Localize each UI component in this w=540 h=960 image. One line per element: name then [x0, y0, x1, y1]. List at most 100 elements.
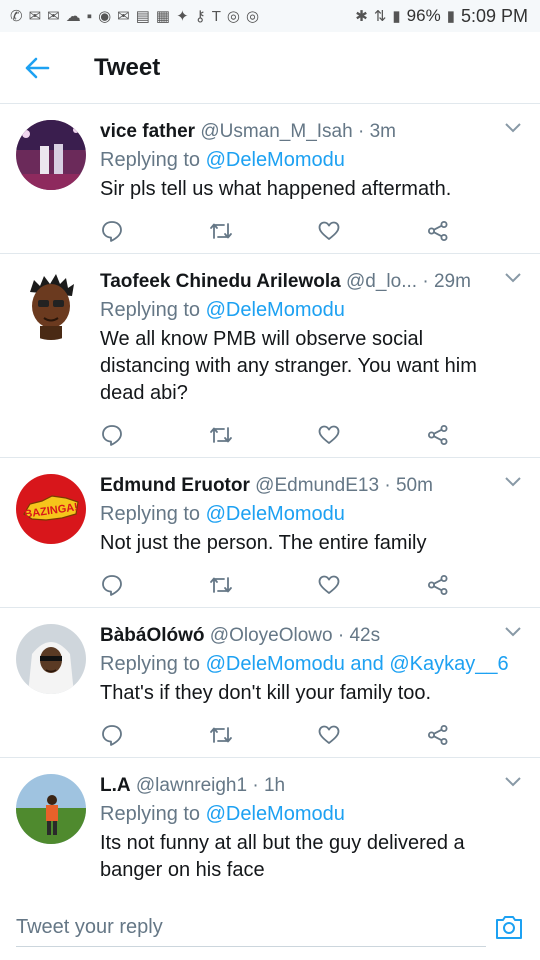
mention-link[interactable]: @DeleMomodu: [206, 503, 345, 525]
replying-label: Replying to: [100, 653, 201, 675]
reply-button[interactable]: [100, 573, 124, 597]
chevron-down-icon[interactable]: [504, 122, 522, 134]
display-name[interactable]: L.A: [100, 775, 131, 796]
chevron-down-icon[interactable]: [504, 626, 522, 638]
username[interactable]: @d_lo...: [346, 271, 417, 292]
avatar-image: [16, 774, 86, 844]
camera-icon: [496, 916, 522, 939]
avatar[interactable]: [16, 624, 86, 694]
username[interactable]: @OloyeOlowo: [210, 625, 333, 646]
share-icon: [427, 725, 448, 745]
share-button[interactable]: [426, 723, 450, 747]
like-button[interactable]: [317, 219, 341, 243]
replying-label: Replying to: [100, 503, 201, 525]
replying-to: Replying to @DeleMomodu and @Kaykay__6: [100, 650, 522, 678]
username[interactable]: @EdmundE13: [255, 475, 379, 496]
separator: ·: [384, 475, 391, 496]
mention-link[interactable]: @DeleMomodu: [206, 149, 345, 171]
tweet-header: Edmund Eruotor @EdmundE13 · 50m: [100, 472, 522, 500]
username[interactable]: @lawnreigh1: [136, 775, 247, 796]
mention-link[interactable]: @DeleMomodu and @Kaykay__6: [206, 653, 509, 675]
replying-to: Replying to @DeleMomodu: [100, 500, 522, 528]
share-button[interactable]: [426, 219, 450, 243]
avatar-image: [16, 270, 86, 340]
retweet-icon: [209, 427, 232, 443]
separator: ·: [422, 271, 429, 292]
timestamp: 1h: [263, 775, 286, 796]
replying-label: Replying to: [100, 803, 201, 825]
avatar-image: [16, 624, 86, 694]
avatar[interactable]: [16, 774, 86, 844]
mail-icon: ✉: [117, 8, 130, 25]
cloud-icon: ☁: [65, 8, 81, 25]
comment-icon: [102, 725, 122, 746]
display-name[interactable]: Edmund Eruotor: [100, 475, 250, 496]
battery-percent: 96%: [406, 6, 441, 25]
tweet-header: Taofeek Chinedu Arilewola @d_lo... · 29m: [100, 268, 522, 296]
retweet-icon: [209, 577, 232, 593]
page-title: Tweet: [94, 53, 161, 81]
reply-button[interactable]: [100, 219, 124, 243]
separator: ·: [357, 121, 365, 142]
timestamp: 50m: [395, 475, 433, 496]
reply-button[interactable]: [100, 723, 124, 747]
retweet-button[interactable]: [209, 423, 233, 447]
reply-button[interactable]: [100, 423, 124, 447]
replying-to: Replying to @DeleMomodu: [100, 296, 522, 324]
tweet-item[interactable]: L.A @lawnreigh1 · 1h Replying to @DeleMo…: [0, 758, 540, 906]
tweet-header: BàbáOlówó @OloyeOlowo · 42s: [100, 622, 522, 650]
share-button[interactable]: [426, 423, 450, 447]
arrow-left-icon: [25, 57, 50, 78]
retweet-button[interactable]: [209, 573, 233, 597]
key-icon: ⚷: [194, 8, 206, 25]
replying-label: Replying to: [100, 299, 201, 321]
avatar[interactable]: [16, 270, 86, 340]
replying-label: Replying to: [100, 149, 201, 171]
avatar-image: [16, 120, 86, 190]
separator: ·: [337, 625, 345, 646]
retweet-icon: [209, 727, 232, 743]
heart-icon: [318, 725, 340, 744]
battery-icon: ▮: [446, 8, 455, 25]
data-icon: ⇅: [373, 8, 387, 25]
replying-to: Replying to @DeleMomodu: [100, 800, 522, 828]
chevron-down-icon[interactable]: [504, 776, 522, 788]
notification-icons: ✆ ✉ ✉ ☁ ▪ ◉ ✉ ▤ ▦ ✦ ⚷ T ◎ ◎: [10, 7, 259, 26]
mention-link[interactable]: @DeleMomodu: [206, 299, 345, 321]
like-button[interactable]: [317, 423, 341, 447]
messenger-icon: ◉: [98, 8, 112, 25]
chevron-down-icon[interactable]: [504, 272, 522, 284]
reply-input[interactable]: [16, 908, 486, 947]
top-bar: Tweet: [0, 32, 540, 104]
news-icon: ▤: [135, 8, 150, 25]
username[interactable]: @Usman_M_Isah: [200, 121, 352, 142]
system-icons: ✱ ⇅ ▮ 96% ▮ 5:09 PM: [355, 6, 528, 27]
tweet-item[interactable]: Taofeek Chinedu Arilewola @d_lo... · 29m…: [0, 254, 540, 458]
signal-icon: ▮: [392, 8, 401, 25]
like-button[interactable]: [317, 723, 341, 747]
comment-icon: [102, 221, 122, 242]
avatar[interactable]: BAZINGA!: [16, 474, 86, 544]
tweet-item[interactable]: BàbáOlówó @OloyeOlowo · 42s Replying to …: [0, 608, 540, 758]
chevron-down-icon[interactable]: [504, 476, 522, 488]
tweet-item[interactable]: vice father @Usman_M_Isah · 3m Replying …: [0, 104, 540, 254]
share-icon: [427, 221, 448, 241]
comment-icon: [102, 575, 122, 596]
mention-link[interactable]: @DeleMomodu: [206, 803, 345, 825]
display-name[interactable]: Taofeek Chinedu Arilewola: [100, 271, 341, 292]
tweet-item[interactable]: BAZINGA! Edmund Eruotor @EdmundE13 · 50m…: [0, 458, 540, 608]
timestamp: 29m: [433, 271, 471, 292]
mail-icon: ✉: [47, 8, 60, 25]
avatar[interactable]: [16, 120, 86, 190]
display-name[interactable]: vice father: [100, 121, 195, 142]
camera-button[interactable]: [494, 912, 524, 942]
back-button[interactable]: [20, 51, 54, 85]
display-name[interactable]: BàbáOlówó: [100, 625, 205, 646]
share-button[interactable]: [426, 573, 450, 597]
retweet-button[interactable]: [209, 219, 233, 243]
tweet-text: Sir pls tell us what happened aftermath.: [100, 178, 452, 200]
tweet-header: L.A @lawnreigh1 · 1h: [100, 772, 522, 800]
retweet-button[interactable]: [209, 723, 233, 747]
instagram-icon: ◎: [226, 8, 240, 25]
like-button[interactable]: [317, 573, 341, 597]
